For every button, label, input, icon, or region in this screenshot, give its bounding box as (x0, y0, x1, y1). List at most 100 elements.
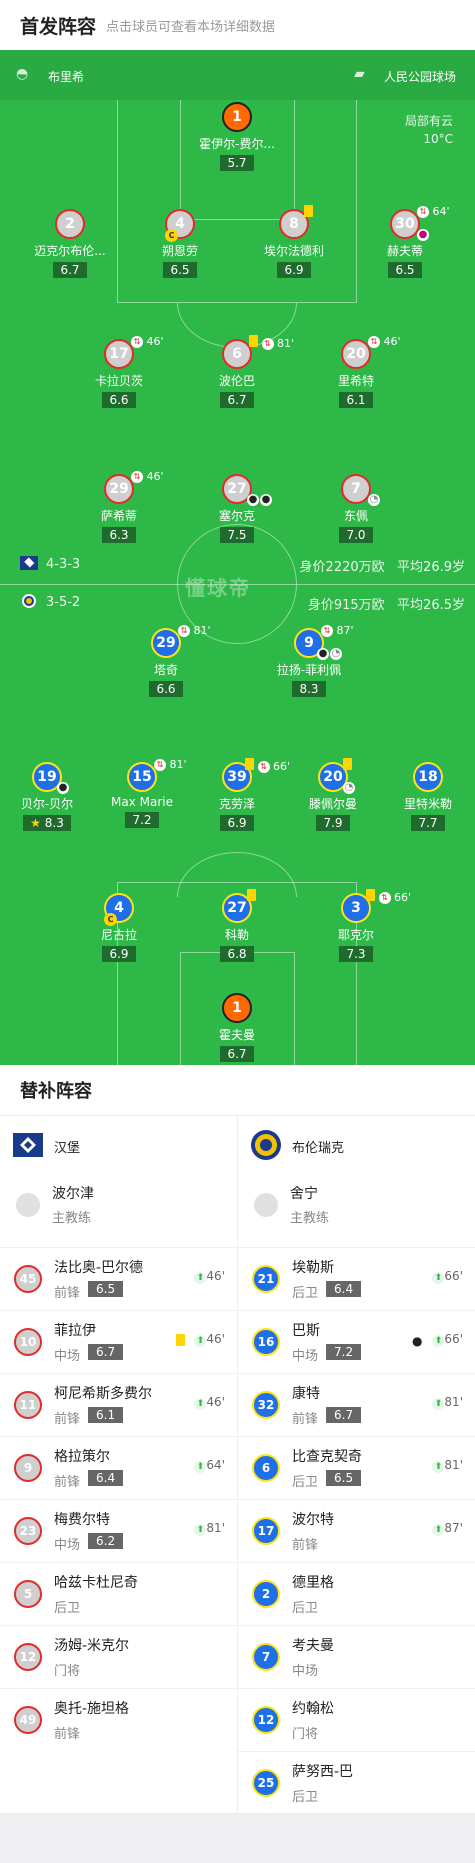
player-position: 前锋 (54, 1412, 81, 1427)
player-away-9[interactable]: 9 ⇅ 87' ● ◔ 拉扬-菲利佩 8.3 (259, 624, 359, 697)
weather-temp: 10°C (423, 132, 453, 146)
sub-player-row[interactable]: 32 康特 前锋 6.7 ⬆ 81' (238, 1373, 475, 1436)
coach-name: 舍宁 (290, 1186, 318, 1202)
sub-minute: 81' (444, 1458, 463, 1472)
player-rating: 7.7 (411, 815, 445, 831)
player-home-17[interactable]: 17 ⇅ 46' 卡拉贝茨 6.6 (69, 335, 169, 408)
player-number: 1 (222, 993, 252, 1023)
yellow-card-icon (304, 205, 313, 217)
sub-player-row[interactable]: 25 萨努西-巴 后卫 (238, 1751, 475, 1814)
player-home-4[interactable]: 4C 朔恩劳 6.5 (130, 209, 230, 278)
player-number: 49 (14, 1706, 42, 1734)
player-away-29[interactable]: 29 ⇅ 81' 塔奇 6.6 (116, 624, 216, 697)
sub-on-icon: ⬆ (194, 1461, 207, 1473)
player-away-39[interactable]: 39 ⇅ 66' 克劳泽 6.9 (187, 758, 290, 831)
player-away-20[interactable]: 20 ◔ 滕佩尔曼 7.9 (283, 758, 383, 831)
sub-player-row[interactable]: 12 汤姆-米克尔 门将 (0, 1625, 237, 1688)
sub-player-row[interactable]: 2 德里格 后卫 (238, 1562, 475, 1625)
player-name: 贝尔-贝尔 (20, 797, 74, 811)
player-name: 里希特 (337, 374, 374, 388)
player-away-1[interactable]: 1 霍夫曼 6.7 (187, 993, 287, 1062)
player-home-29[interactable]: 29 ⇅ 46' 萨希蒂 6.3 (69, 470, 169, 543)
player-name: 拉扬-菲利佩 (276, 663, 342, 677)
sub-player-row[interactable]: 21 埃勒斯 后卫 6.4 ⬆ 66' (238, 1247, 475, 1310)
player-rating: 6.5 (163, 262, 197, 278)
player-home-27[interactable]: 27 ● ● 塞尔克 7.5 (187, 474, 287, 543)
player-rating: 7.9 (316, 815, 350, 831)
player-home-1[interactable]: 1 霍伊尔-费尔... 5.7 (187, 102, 287, 171)
home-avg-age: 平均26.9岁 (397, 560, 465, 575)
player-position: 前锋 (54, 1727, 81, 1742)
player-number: 30 (390, 209, 420, 239)
player-name: 霍伊尔-费尔... (199, 137, 275, 151)
player-home-30[interactable]: 30 ⇅ 64' ● 赫夫蒂 6.5 (355, 205, 455, 278)
player-position: 后卫 (292, 1790, 319, 1805)
player-home-8[interactable]: 8 埃尔法德利 6.9 (244, 205, 344, 278)
sub-minute: 64' (432, 205, 450, 218)
player-rating: 6.4 (326, 1281, 362, 1297)
sub-minute: 46' (383, 335, 401, 348)
stadium-icon: ▰ (354, 66, 365, 82)
sub-off-icon: ⇅ (131, 471, 143, 483)
player-name: 赫夫蒂 (386, 244, 423, 258)
sub-off-icon: ⇅ (378, 892, 391, 904)
player-name: 菲拉伊 (54, 1323, 96, 1339)
sub-on-icon: ⬆ (432, 1398, 445, 1410)
player-number: 16 (252, 1328, 280, 1356)
yellow-card-icon (249, 335, 258, 347)
player-position: 前锋 (54, 1475, 81, 1490)
sub-player-row[interactable]: 7 考夫曼 中场 (238, 1625, 475, 1688)
player-home-20[interactable]: 20 ⇅ 46' 里希特 6.1 (306, 335, 406, 408)
player-away-19[interactable]: 19 ● 贝尔-贝尔 ★ 8.3 (0, 762, 97, 831)
player-home-7[interactable]: 7 ◔ 东佩 7.0 (306, 474, 406, 543)
sub-player-row[interactable]: 9 格拉策尔 前锋 6.4 ⬆ 64' (0, 1436, 237, 1499)
player-home-2[interactable]: 2 迈克尔布伦... 6.7 (20, 209, 120, 278)
player-away-27[interactable]: 27 科勒 6.8 (187, 889, 287, 962)
player-away-4[interactable]: 4C 尼古拉 6.9 (69, 893, 169, 962)
sub-off-icon: ⇅ (178, 625, 190, 637)
team-venue-row: ◓ 布里希 ▰ 人民公园球场 (0, 50, 475, 100)
player-name: 朔恩劳 (161, 244, 198, 258)
assist-icon: ◔ (343, 782, 355, 794)
team-header[interactable]: 汉堡 (12, 1127, 232, 1163)
player-home-6[interactable]: 6 ⇅ 81' 波伦巴 6.7 (187, 335, 294, 408)
player-number: 7 (341, 474, 371, 504)
sub-player-row[interactable]: 23 梅费尔特 中场 6.2 ⬆ 81' (0, 1499, 237, 1562)
sub-player-row[interactable]: 45 法比奥-巴尔德 前锋 6.5 ⬆ 46' (0, 1247, 237, 1310)
player-rating: 6.9 (277, 262, 311, 278)
team-name: 汉堡 (54, 1141, 81, 1156)
player-number: 29 (151, 628, 181, 658)
captain-icon: C (165, 229, 178, 242)
sub-player-row[interactable]: 11 柯尼希斯多费尔 前锋 6.1 ⬆ 46' (0, 1373, 237, 1436)
team-header[interactable]: 布伦瑞克 (250, 1127, 470, 1163)
team-name: 布伦瑞克 (292, 1141, 345, 1156)
lineup-header: 首发阵容 点击球员可查看本场详细数据 (0, 0, 475, 50)
player-away-3[interactable]: 3 ⇅ 66' 耶克尔 7.3 (306, 889, 411, 962)
player-name: 格拉策尔 (54, 1449, 110, 1465)
sub-on-icon: ⬆ (432, 1272, 445, 1284)
sub-on-icon: ⬆ (194, 1398, 207, 1410)
coach-row[interactable]: 舍宁 主教练 (250, 1181, 470, 1231)
player-away-15[interactable]: 15 ⇅ 81' Max Marie 7.2 (92, 758, 192, 828)
sub-player-row[interactable]: 10 菲拉伊 中场 6.7 ⬆ 46' (0, 1310, 237, 1373)
sub-player-row[interactable]: 49 奥托-施坦格 前锋 (0, 1688, 237, 1751)
sub-player-row[interactable]: 12 约翰松 门将 (238, 1688, 475, 1751)
sub-player-row[interactable]: 5 哈兹卡杜尼奇 后卫 (0, 1562, 237, 1625)
player-rating: 6.7 (53, 262, 87, 278)
sub-player-row[interactable]: 6 比查克契奇 后卫 6.5 ⬆ 81' (238, 1436, 475, 1499)
coach-avatar-icon (16, 1193, 40, 1217)
sub-on-icon: ⬆ (194, 1272, 207, 1284)
coach-row[interactable]: 波尔津 主教练 (12, 1181, 232, 1231)
sub-off-icon: ⇅ (261, 338, 274, 350)
away-formation-row: 3-5-2 身价915万欧 平均26.5岁 (0, 594, 475, 614)
player-away-18[interactable]: 18 里特米勒 7.7 (378, 762, 475, 831)
sub-off-icon: ⇅ (257, 761, 270, 773)
player-name: 克劳泽 (218, 797, 255, 811)
player-rating: 7.2 (125, 812, 159, 828)
sub-player-row[interactable]: 17 波尔特 前锋 ⬆ 87' (238, 1499, 475, 1562)
sub-player-row[interactable]: 16 巴斯 中场 7.2 ● ⬆ 66' (238, 1310, 475, 1373)
player-number: 25 (252, 1769, 280, 1797)
player-position: 后卫 (292, 1601, 319, 1616)
whistle-icon: ◓ (16, 66, 29, 82)
player-position: 前锋 (292, 1538, 319, 1553)
